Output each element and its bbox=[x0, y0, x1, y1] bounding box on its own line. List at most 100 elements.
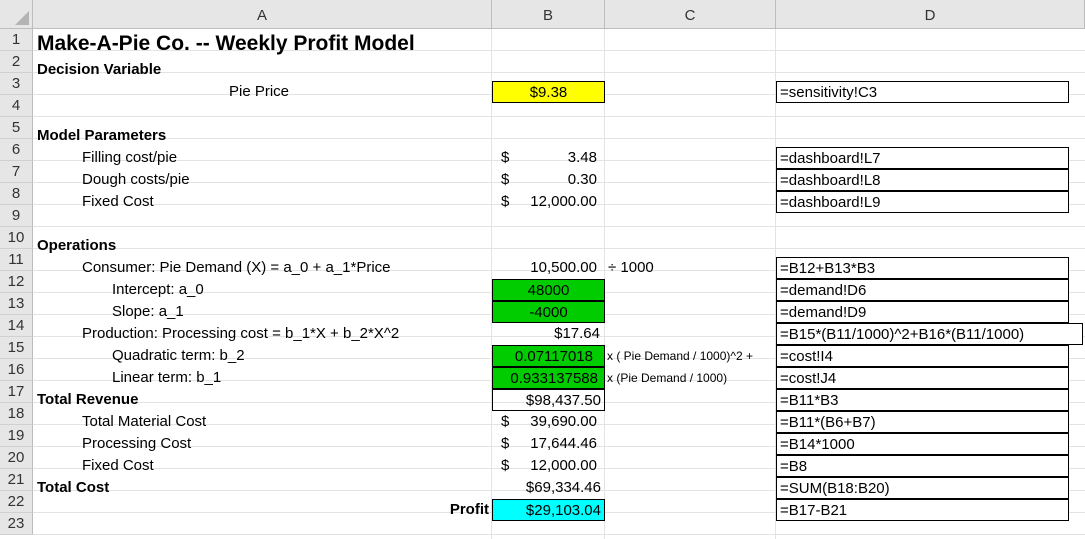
fixed-cost-label[interactable]: Fixed Cost bbox=[82, 455, 154, 477]
profit-label[interactable]: Profit bbox=[400, 499, 489, 521]
row-header[interactable]: 16 bbox=[0, 359, 33, 381]
row-header[interactable]: 9 bbox=[0, 205, 33, 227]
revenue-cell[interactable]: $98,437.50 bbox=[492, 389, 605, 411]
intercept-formula[interactable]: =demand!D6 bbox=[776, 279, 1069, 301]
row-header[interactable]: 6 bbox=[0, 139, 33, 161]
gridline bbox=[33, 226, 1085, 227]
row-header[interactable]: 14 bbox=[0, 315, 33, 337]
column-header-a[interactable]: A bbox=[33, 0, 492, 29]
fixed-cost-param-cell[interactable]: $12,000.00 bbox=[501, 191, 597, 213]
total-cost-formula[interactable]: =SUM(B18:B20) bbox=[776, 477, 1069, 499]
linear-cell[interactable]: 0.933137588 bbox=[492, 367, 605, 389]
fixed-cost-value: 12,000.00 bbox=[530, 457, 597, 474]
revenue-label[interactable]: Total Revenue bbox=[37, 389, 138, 411]
gridline bbox=[33, 248, 1085, 249]
filling-cost-cell[interactable]: $3.48 bbox=[501, 147, 597, 169]
processing-cost-label[interactable]: Processing Cost bbox=[82, 433, 191, 455]
row-header[interactable]: 11 bbox=[0, 249, 33, 271]
pie-price-cell[interactable]: $9.38 bbox=[492, 81, 605, 103]
gridline bbox=[33, 72, 1085, 73]
row-header[interactable]: 13 bbox=[0, 293, 33, 315]
slope-formula[interactable]: =demand!D9 bbox=[776, 301, 1069, 323]
linear-note[interactable]: x (Pie Demand / 1000) bbox=[607, 367, 727, 389]
select-all-corner[interactable] bbox=[0, 0, 33, 29]
dough-cost-formula[interactable]: =dashboard!L8 bbox=[776, 169, 1069, 191]
sheet-title[interactable]: Make-A-Pie Co. -- Weekly Profit Model bbox=[37, 33, 415, 55]
material-cost-cell[interactable]: $39,690.00 bbox=[501, 411, 597, 433]
processing-cost-formula[interactable]: =B14*1000 bbox=[776, 433, 1069, 455]
pie-price-label[interactable]: Pie Price bbox=[229, 81, 289, 103]
column-header-c[interactable]: C bbox=[605, 0, 776, 29]
intercept-cell[interactable]: 48000 bbox=[492, 279, 605, 301]
decision-header[interactable]: Decision Variable bbox=[37, 59, 161, 81]
column-header-d[interactable]: D bbox=[776, 0, 1085, 29]
column-header-b[interactable]: B bbox=[492, 0, 605, 29]
currency-symbol: $ bbox=[501, 193, 510, 210]
currency-symbol: $ bbox=[501, 457, 510, 474]
filling-cost-label[interactable]: Filling cost/pie bbox=[82, 147, 177, 169]
fixed-cost-param-formula[interactable]: =dashboard!L9 bbox=[776, 191, 1069, 213]
demand-formula[interactable]: =B12+B13*B3 bbox=[776, 257, 1069, 279]
profit-cell[interactable]: $29,103.04 bbox=[492, 499, 605, 521]
pie-price-formula[interactable]: =sensitivity!C3 bbox=[776, 81, 1069, 103]
quadratic-label[interactable]: Quadratic term: b_2 bbox=[112, 345, 245, 367]
total-cost-label[interactable]: Total Cost bbox=[37, 477, 109, 499]
operations-header[interactable]: Operations bbox=[37, 235, 116, 257]
revenue-formula[interactable]: =B11*B3 bbox=[776, 389, 1069, 411]
demand-label[interactable]: Consumer: Pie Demand (X) = a_0 + a_1*Pri… bbox=[82, 257, 391, 279]
dough-cost-value: 0.30 bbox=[567, 171, 597, 188]
profit-formula[interactable]: =B17-B21 bbox=[776, 499, 1069, 521]
fixed-cost-param-label[interactable]: Fixed Cost bbox=[82, 191, 154, 213]
fixed-cost-cell[interactable]: $12,000.00 bbox=[501, 455, 597, 477]
gridline bbox=[33, 116, 1085, 117]
material-cost-formula[interactable]: =B11*(B6+B7) bbox=[776, 411, 1069, 433]
row-header[interactable]: 18 bbox=[0, 403, 33, 425]
row-header[interactable]: 2 bbox=[0, 51, 33, 73]
row-header[interactable]: 20 bbox=[0, 447, 33, 469]
fixed-cost-param-value: 12,000.00 bbox=[530, 193, 597, 210]
row-header[interactable]: 12 bbox=[0, 271, 33, 293]
filling-cost-value: 3.48 bbox=[567, 149, 597, 166]
row-header[interactable]: 5 bbox=[0, 117, 33, 139]
fixed-cost-formula[interactable]: =B8 bbox=[776, 455, 1069, 477]
row-header[interactable]: 4 bbox=[0, 95, 33, 117]
row-header[interactable]: 1 bbox=[0, 29, 33, 51]
processing-cell[interactable]: $17.64 bbox=[492, 323, 600, 345]
material-cost-label[interactable]: Total Material Cost bbox=[82, 411, 206, 433]
demand-cell[interactable]: 10,500.00 bbox=[492, 257, 597, 279]
row-header[interactable]: 15 bbox=[0, 337, 33, 359]
select-all-triangle-icon bbox=[15, 11, 29, 25]
row-header[interactable]: 3 bbox=[0, 73, 33, 95]
row-header[interactable]: 17 bbox=[0, 381, 33, 403]
quadratic-formula[interactable]: =cost!I4 bbox=[776, 345, 1069, 367]
gridline bbox=[33, 138, 1085, 139]
slope-cell[interactable]: -4000 bbox=[492, 301, 605, 323]
total-cost-cell[interactable]: $69,334.46 bbox=[492, 477, 601, 499]
currency-symbol: $ bbox=[501, 149, 510, 166]
row-header[interactable]: 10 bbox=[0, 227, 33, 249]
processing-formula[interactable]: =B15*(B11/1000)^2+B16*(B11/1000) bbox=[776, 323, 1083, 345]
row-header[interactable]: 21 bbox=[0, 469, 33, 491]
row-header[interactable]: 19 bbox=[0, 425, 33, 447]
quadratic-note[interactable]: x ( Pie Demand / 1000)^2 + bbox=[607, 345, 753, 367]
row-header[interactable]: 23 bbox=[0, 513, 33, 535]
slope-label[interactable]: Slope: a_1 bbox=[112, 301, 184, 323]
currency-symbol: $ bbox=[501, 413, 510, 430]
processing-label[interactable]: Production: Processing cost = b_1*X + b_… bbox=[82, 323, 399, 345]
linear-label[interactable]: Linear term: b_1 bbox=[112, 367, 221, 389]
currency-symbol: $ bbox=[501, 171, 510, 188]
demand-note[interactable]: ÷ 1000 bbox=[608, 257, 654, 279]
row-header[interactable]: 8 bbox=[0, 183, 33, 205]
quadratic-cell[interactable]: 0.07117018 bbox=[492, 345, 605, 367]
params-header[interactable]: Model Parameters bbox=[37, 125, 166, 147]
dough-cost-cell[interactable]: $0.30 bbox=[501, 169, 597, 191]
processing-cost-cell[interactable]: $17,644.46 bbox=[501, 433, 597, 455]
gridline bbox=[33, 534, 1085, 535]
row-header[interactable]: 22 bbox=[0, 491, 33, 513]
intercept-label[interactable]: Intercept: a_0 bbox=[112, 279, 204, 301]
row-header[interactable]: 7 bbox=[0, 161, 33, 183]
filling-cost-formula[interactable]: =dashboard!L7 bbox=[776, 147, 1069, 169]
dough-cost-label[interactable]: Dough costs/pie bbox=[82, 169, 190, 191]
material-cost-value: 39,690.00 bbox=[530, 413, 597, 430]
linear-formula[interactable]: =cost!J4 bbox=[776, 367, 1069, 389]
